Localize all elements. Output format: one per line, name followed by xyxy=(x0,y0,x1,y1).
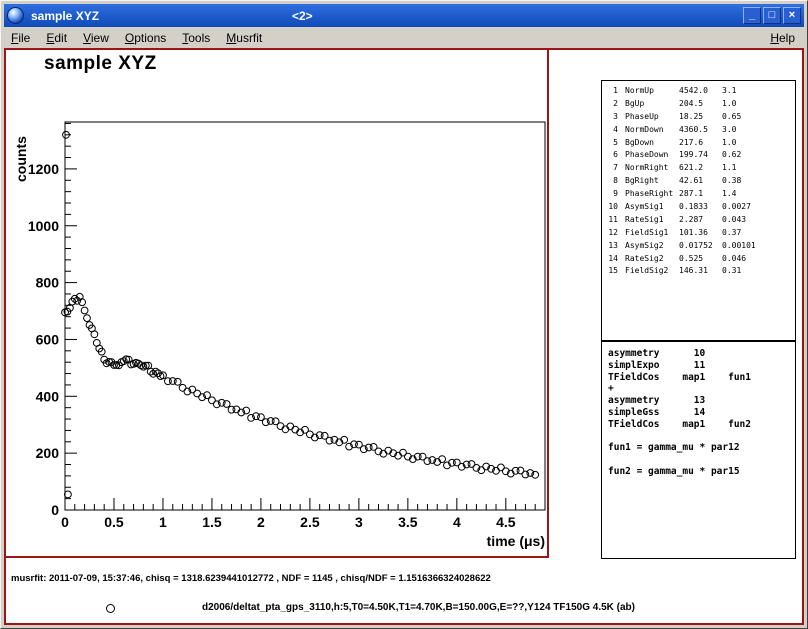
theory-pad: asymmetry 10 simplExpo 11 TFieldCos map1… xyxy=(601,341,796,559)
svg-text:3: 3 xyxy=(355,514,363,530)
svg-text:0: 0 xyxy=(51,502,59,518)
svg-text:400: 400 xyxy=(36,388,60,404)
parameter-row: 6PhaseDown199.740.62 xyxy=(606,149,795,162)
svg-text:200: 200 xyxy=(36,445,60,461)
menu-item-options[interactable]: Options xyxy=(125,31,166,45)
parameter-pad: 1NormUp4542.03.12BgUp204.51.03PhaseUp18.… xyxy=(601,80,796,341)
svg-text:4.5: 4.5 xyxy=(496,514,516,530)
svg-text:1000: 1000 xyxy=(28,218,59,234)
parameter-row: 14RateSig20.5250.046 xyxy=(606,253,795,266)
x-axis-title: time (μs) xyxy=(487,533,545,549)
svg-text:2: 2 xyxy=(257,514,265,530)
svg-text:1200: 1200 xyxy=(28,161,59,177)
parameter-row: 9PhaseRight287.11.4 xyxy=(606,188,795,201)
menu-item-view[interactable]: View xyxy=(83,31,109,45)
parameter-table: 1NormUp4542.03.12BgUp204.51.03PhaseUp18.… xyxy=(606,85,795,278)
close-button[interactable]: × xyxy=(783,7,801,24)
svg-text:1.5: 1.5 xyxy=(202,514,222,530)
root-canvas: 0 0.5 1 1.5 2 2.5 3 3.5 4 4.5 0 200 400 600 800 1000 120… xyxy=(4,48,804,625)
application-window: sample XYZ <2> _ □ × File Edit View Options… xyxy=(0,0,808,629)
menu-items: File Edit View Options Tools Musrfit xyxy=(11,31,278,45)
plot-canvas[interactable]: 0 0.5 1 1.5 2 2.5 3 3.5 4 4.5 0 200 400 600 800 1000 120… xyxy=(6,50,547,556)
parameter-row: 12FieldSig1101.360.37 xyxy=(606,227,795,240)
parameter-row: 3PhaseUp18.250.65 xyxy=(606,111,795,124)
svg-text:800: 800 xyxy=(36,275,60,291)
menu-item-file[interactable]: File xyxy=(11,31,30,45)
fit-statistics: musrfit: 2011-07-09, 15:37:46, chisq = 1… xyxy=(11,573,491,584)
maximize-button[interactable]: □ xyxy=(763,7,781,24)
svg-text:0.5: 0.5 xyxy=(104,514,124,530)
parameter-row: 15FieldSig2146.310.31 xyxy=(606,265,795,278)
parameter-row: 11RateSig12.2870.043 xyxy=(606,214,795,227)
window-subtitle: <2> xyxy=(292,9,313,23)
plot-axes xyxy=(65,122,545,510)
app-icon xyxy=(7,7,24,24)
parameter-row: 5BgDown217.61.0 xyxy=(606,137,795,150)
menu-item-edit[interactable]: Edit xyxy=(46,31,67,45)
minimize-button[interactable]: _ xyxy=(743,7,761,24)
parameter-row: 1NormUp4542.03.1 xyxy=(606,85,795,98)
parameter-row: 10AsymSig10.18330.0027 xyxy=(606,201,795,214)
svg-text:600: 600 xyxy=(36,331,60,347)
canvas-title: sample XYZ xyxy=(44,53,157,75)
svg-text:4: 4 xyxy=(453,514,461,530)
y-axis-title: counts xyxy=(13,136,29,182)
menu-bar: File Edit View Options Tools Musrfit Help xyxy=(4,27,804,48)
menu-item-tools[interactable]: Tools xyxy=(182,31,210,45)
data-points xyxy=(62,131,539,497)
parameter-row: 13AsymSig20.017520.00101 xyxy=(606,240,795,253)
svg-text:0: 0 xyxy=(61,514,69,530)
title-bar: sample XYZ <2> _ □ × xyxy=(4,4,804,27)
window-title: sample XYZ xyxy=(31,9,99,23)
legend-label: d2006/deltat_pta_gps_3110,h:5,T0=4.50K,T… xyxy=(202,602,635,613)
menu-item-musrfit[interactable]: Musrfit xyxy=(226,31,262,45)
svg-text:1: 1 xyxy=(159,514,167,530)
window-controls: _ □ × xyxy=(743,7,801,24)
svg-text:2.5: 2.5 xyxy=(300,514,320,530)
menu-item-help[interactable]: Help xyxy=(770,31,795,45)
legend-marker-icon xyxy=(106,604,115,613)
svg-text:3.5: 3.5 xyxy=(398,514,418,530)
graph-pad[interactable]: 0 0.5 1 1.5 2 2.5 3 3.5 4 4.5 0 200 400 600 800 1000 120… xyxy=(6,50,549,558)
parameter-row: 8BgRight42.610.38 xyxy=(606,175,795,188)
parameter-row: 7NormRight621.21.1 xyxy=(606,162,795,175)
parameter-row: 4NormDown4360.53.0 xyxy=(606,124,795,137)
parameter-row: 2BgUp204.51.0 xyxy=(606,98,795,111)
theory-text: asymmetry 10 simplExpo 11 TFieldCos map1… xyxy=(608,348,795,478)
